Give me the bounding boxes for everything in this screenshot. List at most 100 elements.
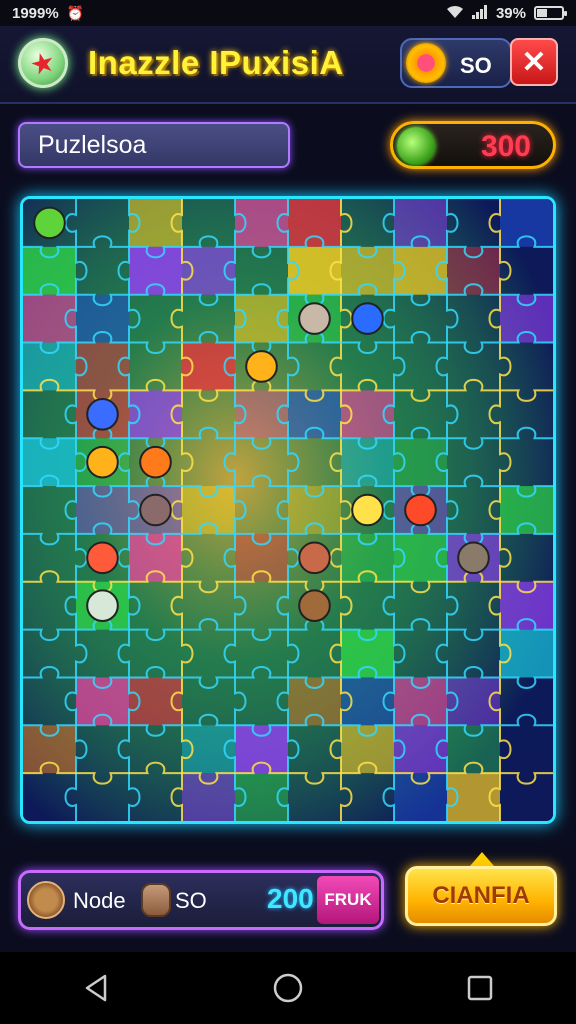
system-nav-bar (0, 952, 576, 1024)
creature-piece-icon[interactable] (457, 541, 490, 575)
creature-piece-icon[interactable] (404, 493, 437, 527)
puzzle-piece[interactable] (129, 533, 182, 582)
puzzle-piece[interactable] (23, 294, 76, 343)
puzzle-piece[interactable] (182, 773, 235, 821)
status-time: 1999% (12, 4, 59, 22)
puzzle-piece[interactable] (341, 533, 394, 582)
score-value: 300 (480, 130, 531, 163)
score-panel: 300 (390, 121, 556, 169)
signal-icon (471, 4, 488, 22)
puzzle-piece[interactable] (235, 390, 288, 439)
puzzle-piece[interactable] (447, 725, 500, 774)
arrow-up-icon (470, 852, 494, 866)
puzzle-piece[interactable] (235, 725, 288, 774)
puzzle-piece[interactable] (23, 246, 76, 295)
puzzle-piece[interactable] (129, 677, 182, 726)
avatar-icon[interactable] (27, 881, 65, 919)
creature-piece-icon[interactable] (86, 541, 119, 575)
puzzle-piece[interactable] (182, 725, 235, 774)
puzzle-piece[interactable] (288, 246, 341, 295)
puzzle-piece[interactable] (76, 342, 129, 391)
coin-panel[interactable]: SO (400, 38, 512, 88)
puzzle-piece[interactable] (182, 486, 235, 534)
coin-icon (406, 43, 446, 83)
creature-piece-icon[interactable] (298, 589, 331, 623)
puzzle-piece[interactable] (288, 199, 341, 247)
puzzle-piece[interactable] (394, 725, 447, 774)
puzzle-piece[interactable] (341, 725, 394, 774)
creature-piece-icon[interactable] (351, 302, 384, 335)
battery-icon (534, 6, 567, 20)
back-icon[interactable] (76, 968, 116, 1008)
puzzle-piece[interactable] (500, 294, 553, 343)
puzzle-piece[interactable] (500, 486, 553, 534)
puzzle-piece[interactable] (341, 390, 394, 439)
action-button[interactable]: CIANFIA (405, 866, 557, 926)
puzzle-piece[interactable] (129, 246, 182, 295)
puzzle-piece[interactable] (288, 486, 341, 534)
player-label: Node (73, 888, 126, 913)
puzzle-piece[interactable] (235, 199, 288, 247)
puzzle-piece[interactable] (341, 246, 394, 295)
puzzle-piece[interactable] (394, 246, 447, 295)
puzzle-board[interactable] (20, 196, 556, 824)
creature-piece-icon[interactable] (298, 302, 331, 335)
creature-piece-icon[interactable] (245, 350, 278, 383)
puzzle-piece[interactable] (23, 438, 76, 487)
alarm-icon: ⏰ (66, 4, 85, 21)
puzzle-piece[interactable] (341, 677, 394, 726)
battery-percent: 39% (495, 4, 526, 22)
bottom-score: 200 (267, 883, 314, 914)
creature-piece-icon[interactable] (351, 493, 384, 527)
coin-value: SO (460, 53, 492, 78)
puzzle-piece[interactable] (76, 486, 129, 534)
puzzle-piece[interactable] (129, 199, 182, 247)
bottom-player-bar: Node SO 200 FRUK (18, 870, 384, 930)
puzzle-piece[interactable] (500, 199, 553, 247)
puzzle-piece[interactable] (341, 629, 394, 678)
face-icon[interactable] (141, 883, 171, 917)
puzzle-piece[interactable] (500, 629, 553, 678)
creature-piece-icon[interactable] (139, 445, 172, 479)
puzzle-piece[interactable] (235, 294, 288, 343)
game-header: ★ Inazzle IPuxisiA SO ✕ (0, 26, 576, 104)
puzzle-piece[interactable] (500, 581, 553, 630)
recents-icon[interactable] (460, 968, 500, 1008)
puzzle-piece[interactable] (288, 390, 341, 439)
puzzle-piece[interactable] (76, 294, 129, 343)
puzzle-piece[interactable] (394, 199, 447, 247)
puzzle-grid[interactable] (23, 199, 553, 821)
player-name-panel[interactable]: Puzlelsoa (18, 122, 290, 168)
star-badge-icon[interactable]: ★ (18, 38, 68, 88)
puzzle-piece[interactable] (235, 773, 288, 821)
puzzle-piece[interactable] (341, 438, 394, 487)
puzzle-piece[interactable] (394, 677, 447, 726)
puzzle-piece[interactable] (394, 533, 447, 582)
puzzle-piece[interactable] (447, 246, 500, 295)
creature-piece-icon[interactable] (86, 589, 119, 623)
creature-piece-icon[interactable] (33, 206, 66, 240)
puzzle-piece[interactable] (288, 677, 341, 726)
puzzle-piece[interactable] (235, 533, 288, 582)
puzzle-piece[interactable] (182, 342, 235, 391)
close-button[interactable]: ✕ (510, 38, 558, 86)
puzzle-piece[interactable] (23, 725, 76, 774)
creature-piece-icon[interactable] (298, 541, 331, 575)
puzzle-piece[interactable] (23, 342, 76, 391)
creature-piece-icon[interactable] (139, 493, 172, 527)
puzzle-piece[interactable] (182, 246, 235, 295)
creature-piece-icon[interactable] (86, 397, 119, 431)
creature-piece-icon[interactable] (86, 445, 119, 479)
status-bar: 1999% ⏰ 39% (0, 0, 576, 26)
puzzle-piece[interactable] (76, 677, 129, 726)
home-icon[interactable] (268, 968, 308, 1008)
puzzle-piece[interactable] (394, 773, 447, 821)
puzzle-piece[interactable] (447, 677, 500, 726)
tag-button[interactable]: FRUK (317, 876, 379, 924)
puzzle-piece[interactable] (129, 390, 182, 439)
gem-icon (397, 127, 435, 165)
opponent-value: SO (175, 888, 207, 913)
puzzle-piece[interactable] (394, 438, 447, 487)
puzzle-piece[interactable] (447, 773, 500, 821)
game-title: Inazzle IPuxisiA (88, 44, 344, 81)
